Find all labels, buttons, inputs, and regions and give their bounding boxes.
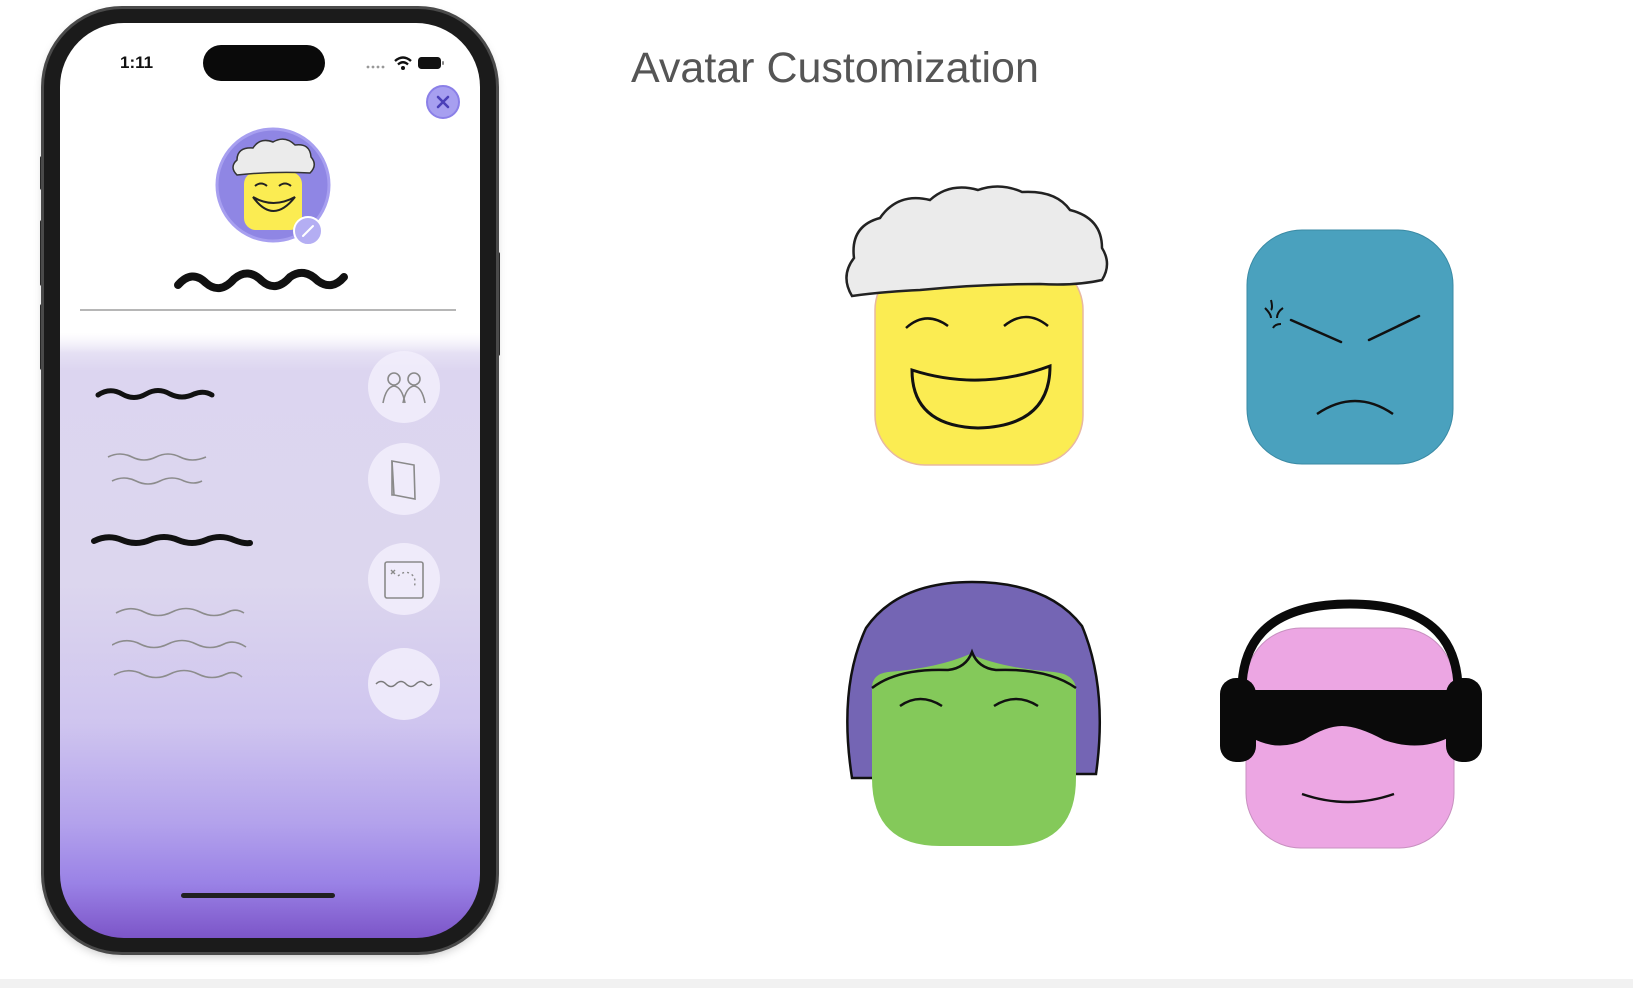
side-action-wave[interactable]: [368, 648, 440, 720]
avatar-option-yellow-happy[interactable]: [840, 180, 1110, 470]
side-action-people[interactable]: [368, 351, 440, 423]
side-action-map[interactable]: [368, 543, 440, 615]
status-time: 1:11: [120, 53, 154, 72]
edit-avatar-button[interactable]: [293, 216, 323, 246]
page-title: Avatar Customization: [631, 44, 1039, 92]
section-heading-placeholder: [91, 534, 253, 547]
avatar-option-blue-angry[interactable]: [1245, 228, 1457, 468]
book-icon: [391, 460, 416, 500]
close-button[interactable]: [426, 85, 460, 119]
avatar-option-green-purple-hair[interactable]: [838, 578, 1108, 850]
wifi-icon: [394, 56, 412, 70]
bottom-strip: [0, 979, 1633, 988]
avatar-option-pink-headphones[interactable]: [1218, 598, 1486, 852]
people-icon: [382, 372, 426, 404]
close-icon: [436, 95, 450, 109]
section-heading-placeholder: [95, 388, 215, 400]
section-text-placeholder: [112, 607, 247, 679]
section-text-placeholder: [107, 453, 207, 485]
username-placeholder: [174, 268, 348, 293]
pencil-icon: [302, 225, 314, 237]
side-action-book[interactable]: [368, 443, 440, 515]
home-indicator[interactable]: [181, 893, 335, 898]
phone-screen: 1:11: [60, 23, 480, 938]
status-icons: [366, 55, 446, 76]
phone-frame: 1:11: [44, 9, 496, 952]
map-icon: [384, 561, 424, 599]
wave-icon: [375, 680, 433, 688]
signal-dots-icon: [366, 65, 385, 69]
dynamic-island: [203, 45, 325, 81]
battery-icon: [418, 57, 444, 69]
